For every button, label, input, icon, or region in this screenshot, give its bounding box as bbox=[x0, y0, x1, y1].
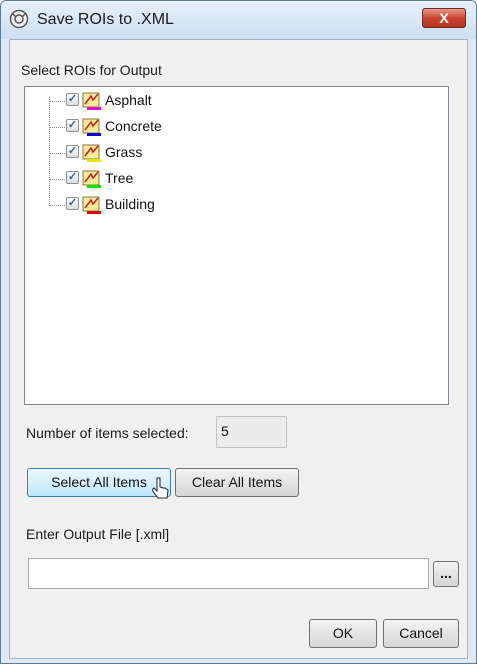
clear-all-button[interactable]: Clear All Items bbox=[175, 468, 299, 497]
tree-item-building[interactable]: ✓ Building bbox=[49, 194, 299, 216]
window-title: Save ROIs to .XML bbox=[37, 11, 174, 28]
select-all-button[interactable]: Select All Items bbox=[27, 468, 171, 497]
app-icon bbox=[9, 9, 29, 29]
roi-icon bbox=[82, 92, 101, 110]
close-icon: X bbox=[439, 10, 449, 26]
checkbox[interactable]: ✓ bbox=[66, 119, 79, 132]
checkbox[interactable]: ✓ bbox=[66, 93, 79, 106]
tree-item-concrete[interactable]: ✓ Concrete bbox=[49, 116, 299, 138]
checkbox[interactable]: ✓ bbox=[66, 145, 79, 158]
close-button[interactable]: X bbox=[422, 8, 466, 28]
roi-label: Building bbox=[105, 196, 155, 212]
roi-label: Tree bbox=[105, 170, 134, 186]
roi-icon bbox=[82, 118, 101, 136]
tree-item-grass[interactable]: ✓ Grass bbox=[49, 142, 299, 164]
browse-button[interactable]: ... bbox=[433, 561, 459, 587]
roi-icon bbox=[82, 196, 101, 214]
save-rois-dialog: Save ROIs to .XML X Select ROIs for Outp… bbox=[0, 0, 477, 664]
title-bar[interactable]: Save ROIs to .XML X bbox=[1, 1, 476, 39]
tree-item-tree[interactable]: ✓ Tree bbox=[49, 168, 299, 190]
tree-branch bbox=[49, 127, 65, 128]
checkbox[interactable]: ✓ bbox=[66, 171, 79, 184]
dialog-body: Select ROIs for Output ✓ Asphalt ✓ Concr… bbox=[9, 39, 468, 659]
roi-tree[interactable]: ✓ Asphalt ✓ Concrete ✓ Grass ✓ Tree ✓ Bu… bbox=[24, 86, 449, 405]
output-file-label: Enter Output File [.xml] bbox=[26, 526, 170, 542]
items-selected-count: 5 bbox=[216, 416, 287, 448]
output-file-input[interactable] bbox=[28, 558, 429, 589]
roi-list-label: Select ROIs for Output bbox=[21, 62, 162, 78]
items-selected-label: Number of items selected: bbox=[26, 425, 189, 441]
tree-branch bbox=[49, 153, 65, 154]
roi-label: Grass bbox=[105, 144, 143, 160]
tree-item-asphalt[interactable]: ✓ Asphalt bbox=[49, 90, 299, 112]
roi-label: Concrete bbox=[105, 118, 162, 134]
checkbox[interactable]: ✓ bbox=[66, 197, 79, 210]
roi-icon bbox=[82, 144, 101, 162]
ok-button[interactable]: OK bbox=[309, 619, 377, 648]
tree-branch bbox=[49, 205, 65, 206]
cancel-button[interactable]: Cancel bbox=[383, 619, 459, 648]
mouse-cursor-icon bbox=[152, 477, 169, 499]
roi-icon bbox=[82, 170, 101, 188]
tree-branch bbox=[49, 179, 65, 180]
tree-branch bbox=[49, 101, 65, 102]
roi-label: Asphalt bbox=[105, 92, 152, 108]
